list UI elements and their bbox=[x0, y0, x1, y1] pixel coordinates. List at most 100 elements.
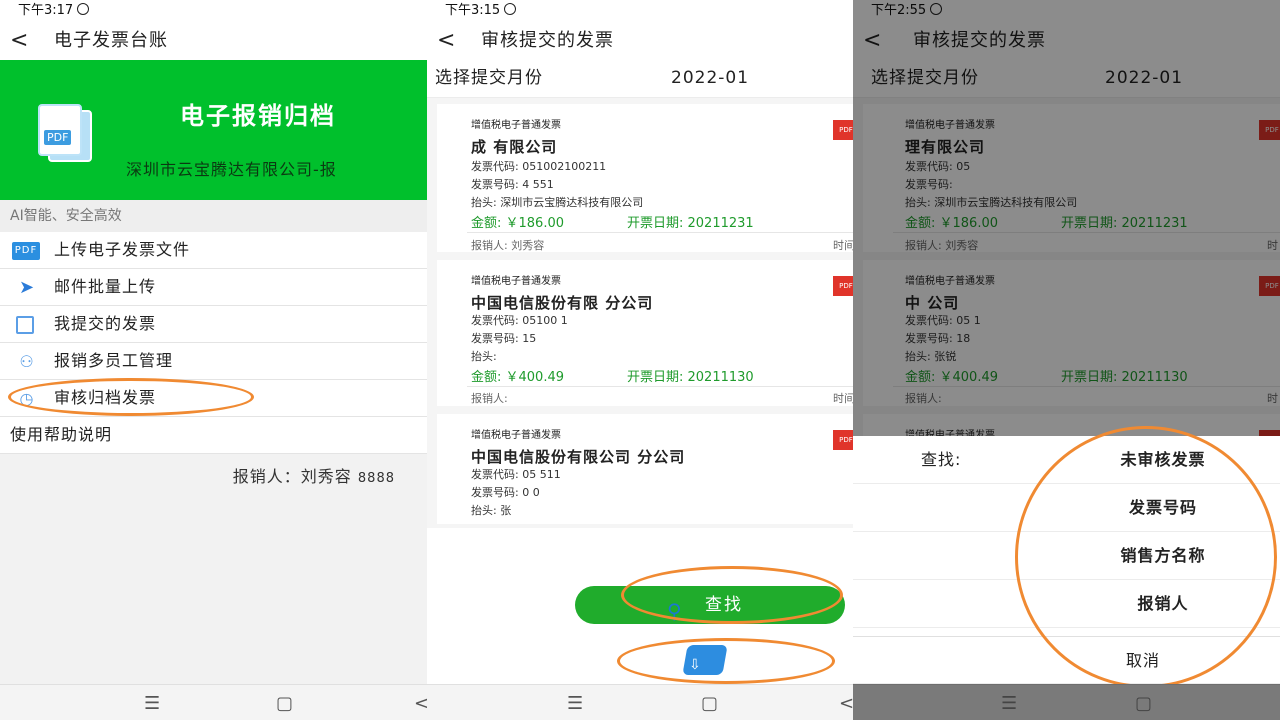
export-icon[interactable]: ⇩ bbox=[677, 643, 733, 679]
status-time: 下午3:15 bbox=[445, 3, 501, 18]
audit-search-sheet-screen: 下午2:55 < 审核提交的发票 选择提交月份 2022-01 增值税电子普通发… bbox=[853, 0, 1280, 720]
banner-title: 电子报销归档 bbox=[180, 102, 336, 130]
invoice-amount-row: 金额: ￥400.49 开票日期: 20211130 bbox=[471, 366, 754, 385]
option-invoice-number[interactable]: 发票号码 bbox=[1053, 484, 1273, 532]
search-icon: ⚲ bbox=[667, 599, 684, 623]
system-nav-bar: ☰ ▢ bbox=[853, 684, 1280, 720]
audit-invoices-screen: 下午3:15 < 审核提交的发票 选择提交月份 2022-01 增值税电子普通发… bbox=[427, 0, 853, 720]
month-label: 选择提交月份 bbox=[435, 68, 543, 88]
status-bar: 下午3:17 bbox=[0, 0, 427, 22]
alarm-icon bbox=[77, 3, 90, 15]
invoice-card[interactable]: 增值税电子普通发票 PDF 成 有限公司 发票代码: 051002100211 … bbox=[437, 104, 853, 252]
menu-item-help[interactable]: 使用帮助说明 bbox=[0, 417, 427, 454]
reporter-id: 8888 bbox=[357, 471, 395, 486]
pdf-badge-icon: PDF bbox=[833, 276, 853, 296]
users-icon: ⚇ bbox=[19, 352, 35, 371]
invoice-reporter: 报销人: 刘秀容 bbox=[471, 239, 545, 252]
top-bar: < 审核提交的发票 bbox=[427, 22, 853, 60]
main-menu: PDF 上传电子发票文件 ➤ 邮件批量上传 我提交的发票 ⚇ 报销多员工管理 ◷… bbox=[0, 232, 427, 454]
invoice-type: 增值税电子普通发票 bbox=[471, 120, 561, 131]
app-screenshots: 下午3:17 < 电子发票台账 PDF 电子报销归档 深圳市云宝腾达有限公司-报… bbox=[0, 0, 1280, 720]
home-nav-icon[interactable]: ▢ bbox=[276, 693, 293, 714]
subtitle: AI智能、安全高效 bbox=[0, 200, 427, 232]
month-selector[interactable]: 选择提交月份 2022-01 bbox=[427, 60, 853, 98]
search-options-sheet: 查找: 未审核发票 发票号码 销售方名称 报销人 取消 bbox=[853, 436, 1280, 684]
pdf-file-icon: PDF bbox=[36, 104, 96, 166]
system-nav-bar: ☰ ▢ < bbox=[427, 684, 853, 720]
home-nav-icon[interactable]: ▢ bbox=[1135, 693, 1152, 714]
back-icon[interactable]: < bbox=[437, 22, 457, 60]
menu-nav-icon[interactable]: ☰ bbox=[144, 693, 160, 714]
invoice-ledger-screen: 下午3:17 < 电子发票台账 PDF 电子报销归档 深圳市云宝腾达有限公司-报… bbox=[0, 0, 427, 720]
invoice-footer: 报销人: 时间 bbox=[471, 390, 853, 406]
menu-nav-icon[interactable]: ☰ bbox=[1001, 693, 1017, 714]
invoice-number: 发票号码: 4 551 bbox=[471, 178, 554, 191]
back-icon[interactable]: < bbox=[10, 22, 30, 60]
sheet-row[interactable]: 取消 bbox=[853, 636, 1280, 684]
month-value[interactable]: 2022-01 bbox=[671, 60, 749, 96]
invoice-type: 增值税电子普通发票 bbox=[471, 430, 561, 441]
cancel-button[interactable]: 取消 bbox=[1053, 637, 1233, 685]
seller-name: 成 有限公司 bbox=[471, 138, 558, 156]
back-nav-icon[interactable]: < bbox=[414, 693, 427, 714]
menu-item-label: 审核归档发票 bbox=[54, 388, 157, 407]
audit-icon: ◷ bbox=[19, 389, 35, 408]
reporter-name: 刘秀容 bbox=[300, 467, 352, 486]
pdf-badge-icon: PDF bbox=[833, 430, 853, 450]
invoice-header: 抬头: bbox=[471, 350, 497, 363]
invoice-code: 发票代码: 05 511 bbox=[471, 468, 561, 481]
option-seller-name[interactable]: 销售方名称 bbox=[1053, 532, 1273, 580]
system-nav-bar: ☰ ▢ < bbox=[0, 684, 427, 720]
document-icon bbox=[16, 316, 34, 334]
invoice-number: 发票号码: 0 0 bbox=[471, 486, 540, 499]
home-nav-icon[interactable]: ▢ bbox=[701, 693, 718, 714]
back-nav-icon[interactable]: < bbox=[839, 693, 853, 714]
banner: PDF 电子报销归档 深圳市云宝腾达有限公司-报 bbox=[0, 60, 427, 200]
sheet-row[interactable]: 报销人 bbox=[853, 580, 1280, 628]
menu-item-label: 上传电子发票文件 bbox=[54, 240, 191, 259]
option-reporter[interactable]: 报销人 bbox=[1053, 580, 1273, 628]
banner-company: 深圳市云宝腾达有限公司-报 bbox=[126, 160, 337, 179]
search-button-label: 查找 bbox=[705, 595, 743, 615]
invoice-amount: 金额: ￥186.00 bbox=[471, 216, 564, 231]
invoice-type: 增值税电子普通发票 bbox=[471, 276, 561, 287]
option-unreviewed[interactable]: 未审核发票 bbox=[1053, 436, 1273, 484]
invoice-date: 开票日期: 20211231 bbox=[627, 216, 754, 231]
invoice-card[interactable]: 增值税电子普通发票 PDF 中国电信股份有限 分公司 发票代码: 05100 1… bbox=[437, 260, 853, 406]
menu-item-label: 报销多员工管理 bbox=[54, 351, 174, 370]
sheet-row[interactable]: 查找: 未审核发票 bbox=[853, 436, 1280, 484]
seller-name: 中国电信股份有限公司 分公司 bbox=[471, 448, 686, 466]
status-time: 下午3:17 bbox=[18, 3, 74, 18]
page-title: 电子发票台账 bbox=[54, 30, 168, 51]
sheet-row[interactable]: 销售方名称 bbox=[853, 532, 1280, 580]
reporter-label: 报销人： bbox=[232, 467, 301, 486]
status-bar: 下午3:15 bbox=[427, 0, 853, 22]
invoice-amount-row: 金额: ￥186.00 开票日期: 20211231 bbox=[471, 212, 754, 231]
invoice-list: 增值税电子普通发票 PDF 成 有限公司 发票代码: 051002100211 … bbox=[427, 98, 853, 528]
menu-item-label: 邮件批量上传 bbox=[54, 277, 157, 296]
find-label: 查找: bbox=[921, 450, 962, 469]
invoice-number: 发票号码: 15 bbox=[471, 332, 537, 345]
alarm-icon bbox=[504, 3, 517, 15]
invoice-card[interactable]: 增值税电子普通发票 PDF 中国电信股份有限公司 分公司 发票代码: 05 51… bbox=[437, 414, 853, 524]
page-title: 审核提交的发票 bbox=[481, 30, 614, 51]
invoice-code: 发票代码: 05100 1 bbox=[471, 314, 568, 327]
invoice-footer: 报销人: 刘秀容 时间 bbox=[471, 237, 853, 253]
invoice-amount: 金额: ￥400.49 bbox=[471, 370, 564, 385]
pdf-badge-icon: PDF bbox=[833, 120, 853, 140]
invoice-time: 时间 bbox=[833, 392, 853, 405]
menu-item-my-invoices[interactable]: 我提交的发票 bbox=[0, 306, 427, 343]
menu-item-audit-archive[interactable]: ◷ 审核归档发票 bbox=[0, 380, 427, 417]
search-button[interactable]: ⚲ 查找 bbox=[575, 586, 845, 624]
invoice-header: 抬头: 深圳市云宝腾达科技有限公司 bbox=[471, 196, 644, 209]
invoice-time: 时间 bbox=[833, 239, 853, 252]
menu-item-email-upload[interactable]: ➤ 邮件批量上传 bbox=[0, 269, 427, 306]
menu-nav-icon[interactable]: ☰ bbox=[567, 693, 583, 714]
menu-item-label: 我提交的发票 bbox=[54, 314, 157, 333]
menu-item-upload[interactable]: PDF 上传电子发票文件 bbox=[0, 232, 427, 269]
seller-name: 中国电信股份有限 分公司 bbox=[471, 294, 654, 312]
pdf-icon: PDF bbox=[12, 242, 40, 260]
sheet-row[interactable]: 发票号码 bbox=[853, 484, 1280, 532]
menu-item-staff-management[interactable]: ⚇ 报销多员工管理 bbox=[0, 343, 427, 380]
pdf-icon-label: PDF bbox=[44, 130, 72, 145]
